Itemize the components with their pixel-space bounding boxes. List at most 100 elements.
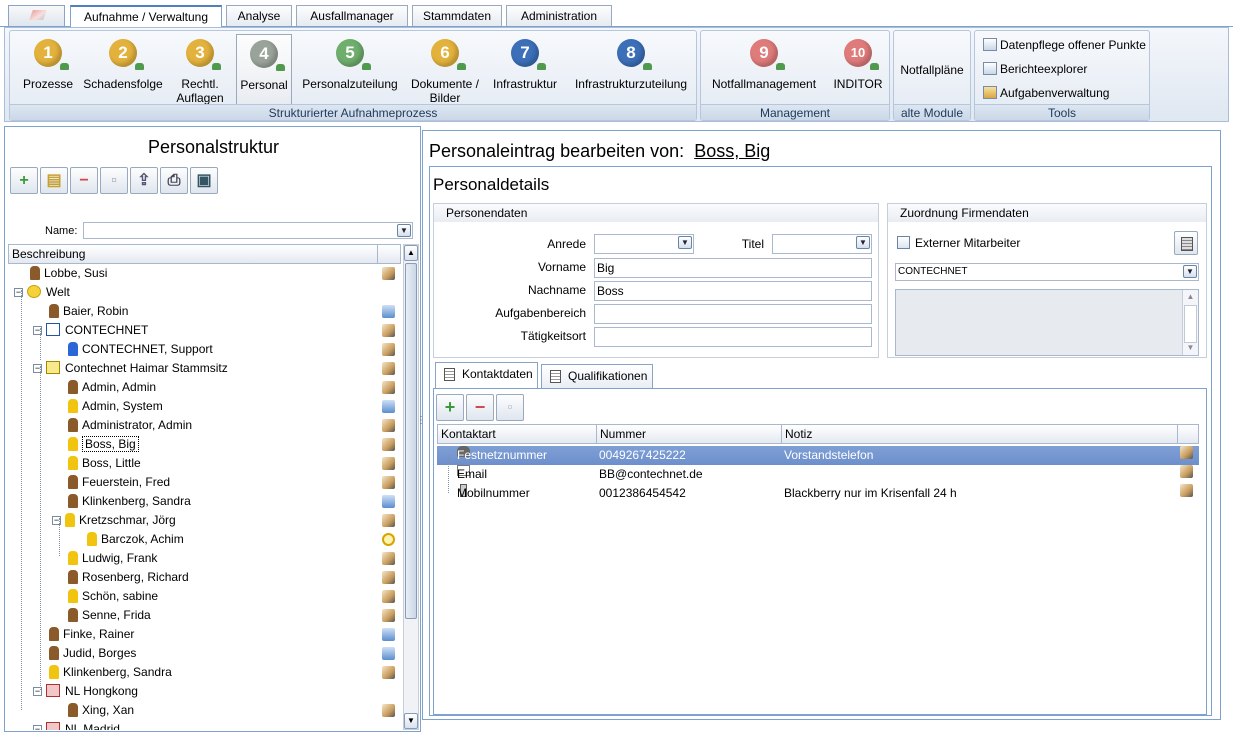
edit-icon[interactable] <box>382 552 395 565</box>
tab-ausfallmanager[interactable]: Ausfallmanager <box>296 5 408 26</box>
app-menu-button[interactable] <box>8 5 65 26</box>
export-button[interactable]: ⇪ <box>130 167 158 194</box>
save-button[interactable]: ▫ <box>100 167 128 194</box>
col-nummer[interactable]: Nummer <box>597 425 782 443</box>
tree-row[interactable]: Baier, Robin <box>8 302 401 321</box>
edit-icon[interactable] <box>382 438 395 451</box>
ribbon-button-rechtl-auflagen[interactable]: 3 Rechtl. Auflagen <box>170 34 230 106</box>
memo-scrollbar[interactable]: ▲ ▼ <box>1182 290 1198 355</box>
edit-icon[interactable] <box>382 324 395 337</box>
ribbon-button-prozesse[interactable]: 1 Prozesse <box>18 34 78 106</box>
remove-button[interactable]: − <box>70 167 98 194</box>
tree-row[interactable]: Senne, Frida <box>8 606 401 625</box>
edit-icon[interactable] <box>382 666 395 679</box>
ribbon-button-personalzuteilung[interactable]: 5 Personalzuteilung <box>300 34 400 106</box>
tree-row[interactable]: CONTECHNET, Support <box>8 340 401 359</box>
edit-icon[interactable] <box>382 362 395 375</box>
tree-collapse-icon[interactable]: − <box>33 725 42 730</box>
scroll-down-icon[interactable]: ▼ <box>404 713 418 729</box>
ribbon-button-infrastruktur[interactable]: 7 Infrastruktur <box>488 34 562 106</box>
chevron-down-icon[interactable]: ▼ <box>397 224 411 237</box>
col-kontaktart[interactable]: Kontaktart <box>438 425 597 443</box>
tree-row[interactable]: Xing, Xan <box>8 701 401 720</box>
edit-icon[interactable] <box>382 457 395 470</box>
add-contact-button[interactable]: + <box>436 394 464 421</box>
aufgabenbereich-field[interactable] <box>594 304 872 324</box>
remove-contact-button[interactable]: − <box>466 394 494 421</box>
tree-row[interactable]: − NL Hongkong <box>8 682 401 701</box>
nachname-field[interactable]: Boss <box>594 281 872 301</box>
preview-button[interactable]: ▣ <box>190 167 218 194</box>
list-icon[interactable] <box>382 647 395 660</box>
tree-row[interactable]: − Kretzschmar, Jörg <box>8 511 401 530</box>
edit-icon[interactable] <box>382 381 395 394</box>
edit-icon[interactable] <box>1180 484 1193 497</box>
tree-row[interactable]: Ludwig, Frank <box>8 549 401 568</box>
save-contact-button[interactable]: ▫ <box>496 394 524 421</box>
tree-row[interactable]: Lobbe, Susi <box>8 264 401 283</box>
tree-row[interactable]: − CONTECHNET <box>8 321 401 340</box>
edit-icon[interactable] <box>382 514 395 527</box>
firma-select[interactable]: CONTECHNET ▼ <box>895 263 1199 281</box>
tree-row[interactable]: − NL Madrid <box>8 720 401 730</box>
add-button[interactable]: + <box>10 167 38 194</box>
list-icon[interactable] <box>382 400 395 413</box>
chevron-down-icon[interactable]: ▼ <box>856 236 870 249</box>
chevron-down-icon[interactable]: ▼ <box>1183 265 1197 278</box>
contact-row[interactable]: Festnetznummer 0049267425222 Vorstandstele… <box>437 446 1199 465</box>
ribbon-button-infrastrukturzuteilung[interactable]: 8 Infrastrukturzuteilung <box>568 34 694 106</box>
edit-icon[interactable] <box>382 419 395 432</box>
tab-administration[interactable]: Administration <box>506 5 612 26</box>
edit-icon[interactable] <box>382 267 395 280</box>
tree-row[interactable]: Boss, Little <box>8 454 401 473</box>
edit-icon[interactable] <box>1180 446 1193 459</box>
tree-scrollbar[interactable]: ▲ ▼ <box>403 244 419 730</box>
tab-kontaktdaten[interactable]: Kontaktdaten <box>435 362 538 388</box>
tree-row[interactable]: − Welt <box>8 283 401 302</box>
contact-row[interactable]: Email BB@contechnet.de <box>437 465 1199 484</box>
print-button[interactable]: ⎙ <box>160 167 188 194</box>
tab-stammdaten[interactable]: Stammdaten <box>412 5 502 26</box>
berichteexplorer-button[interactable]: Berichteexplorer <box>983 59 1087 79</box>
tree-column-header[interactable]: Beschreibung <box>8 244 401 264</box>
list-icon[interactable] <box>382 628 395 641</box>
edit-icon[interactable] <box>382 590 395 603</box>
tab-aufnahme-verwaltung[interactable]: Aufnahme / Verwaltung <box>70 5 222 28</box>
ribbon-button-dokumente-bilder[interactable]: 6 Dokumente / Bilder <box>407 34 483 106</box>
vorname-field[interactable]: Big <box>594 258 872 278</box>
scroll-thumb[interactable] <box>405 263 417 619</box>
edit-icon[interactable] <box>382 609 395 622</box>
tree-row[interactable]: Administrator, Admin <box>8 416 401 435</box>
memo-scroll-thumb[interactable] <box>1184 305 1197 343</box>
tree-row[interactable]: − Contechnet Haimar Stammsitz <box>8 359 401 378</box>
titel-select[interactable]: ▼ <box>772 234 872 254</box>
tab-qualifikationen[interactable]: Qualifikationen <box>541 364 653 388</box>
tree-row[interactable]: Barczok, Achim <box>8 530 401 549</box>
tree-row[interactable]: Schön, sabine <box>8 587 401 606</box>
edit-icon[interactable] <box>382 343 395 356</box>
ribbon-button-notfallmanagement[interactable]: 9 Notfallmanagement <box>709 34 819 106</box>
ribbon-button-personal[interactable]: 4 Personal <box>236 34 292 106</box>
extern-checkbox[interactable] <box>897 236 910 249</box>
memo-scroll-up-icon[interactable]: ▲ <box>1184 290 1197 304</box>
contact-row[interactable]: Mobilnummer 0012386454542 Blackberry nur i… <box>437 484 1199 503</box>
col-notiz[interactable]: Notiz <box>782 425 1178 443</box>
tree-row[interactable]: Rosenberg, Richard <box>8 568 401 587</box>
tree-row[interactable]: Klinkenberg, Sandra <box>8 663 401 682</box>
tree-row[interactable]: Admin, Admin <box>8 378 401 397</box>
tree-row[interactable]: Admin, System <box>8 397 401 416</box>
datenpflege-button[interactable]: Datenpflege offener Punkte <box>983 35 1146 55</box>
notfallplaene-button[interactable]: Notfallpläne <box>897 34 967 106</box>
tab-analyse[interactable]: Analyse <box>226 5 292 26</box>
scroll-up-icon[interactable]: ▲ <box>404 245 418 261</box>
edit-icon[interactable] <box>382 476 395 489</box>
building-icon[interactable] <box>1174 231 1198 255</box>
aufgabenverwaltung-button[interactable]: Aufgabenverwaltung <box>983 83 1109 103</box>
name-filter-combo[interactable]: ▼ <box>83 222 413 239</box>
status-circle-icon[interactable] <box>382 533 395 546</box>
list-icon[interactable] <box>382 495 395 508</box>
tree-row[interactable]: Feuerstein, Fred <box>8 473 401 492</box>
edit-icon[interactable] <box>382 571 395 584</box>
ribbon-button-schadensfolge[interactable]: 2 Schadensfolge <box>81 34 165 106</box>
tree-row[interactable]: Finke, Rainer <box>8 625 401 644</box>
